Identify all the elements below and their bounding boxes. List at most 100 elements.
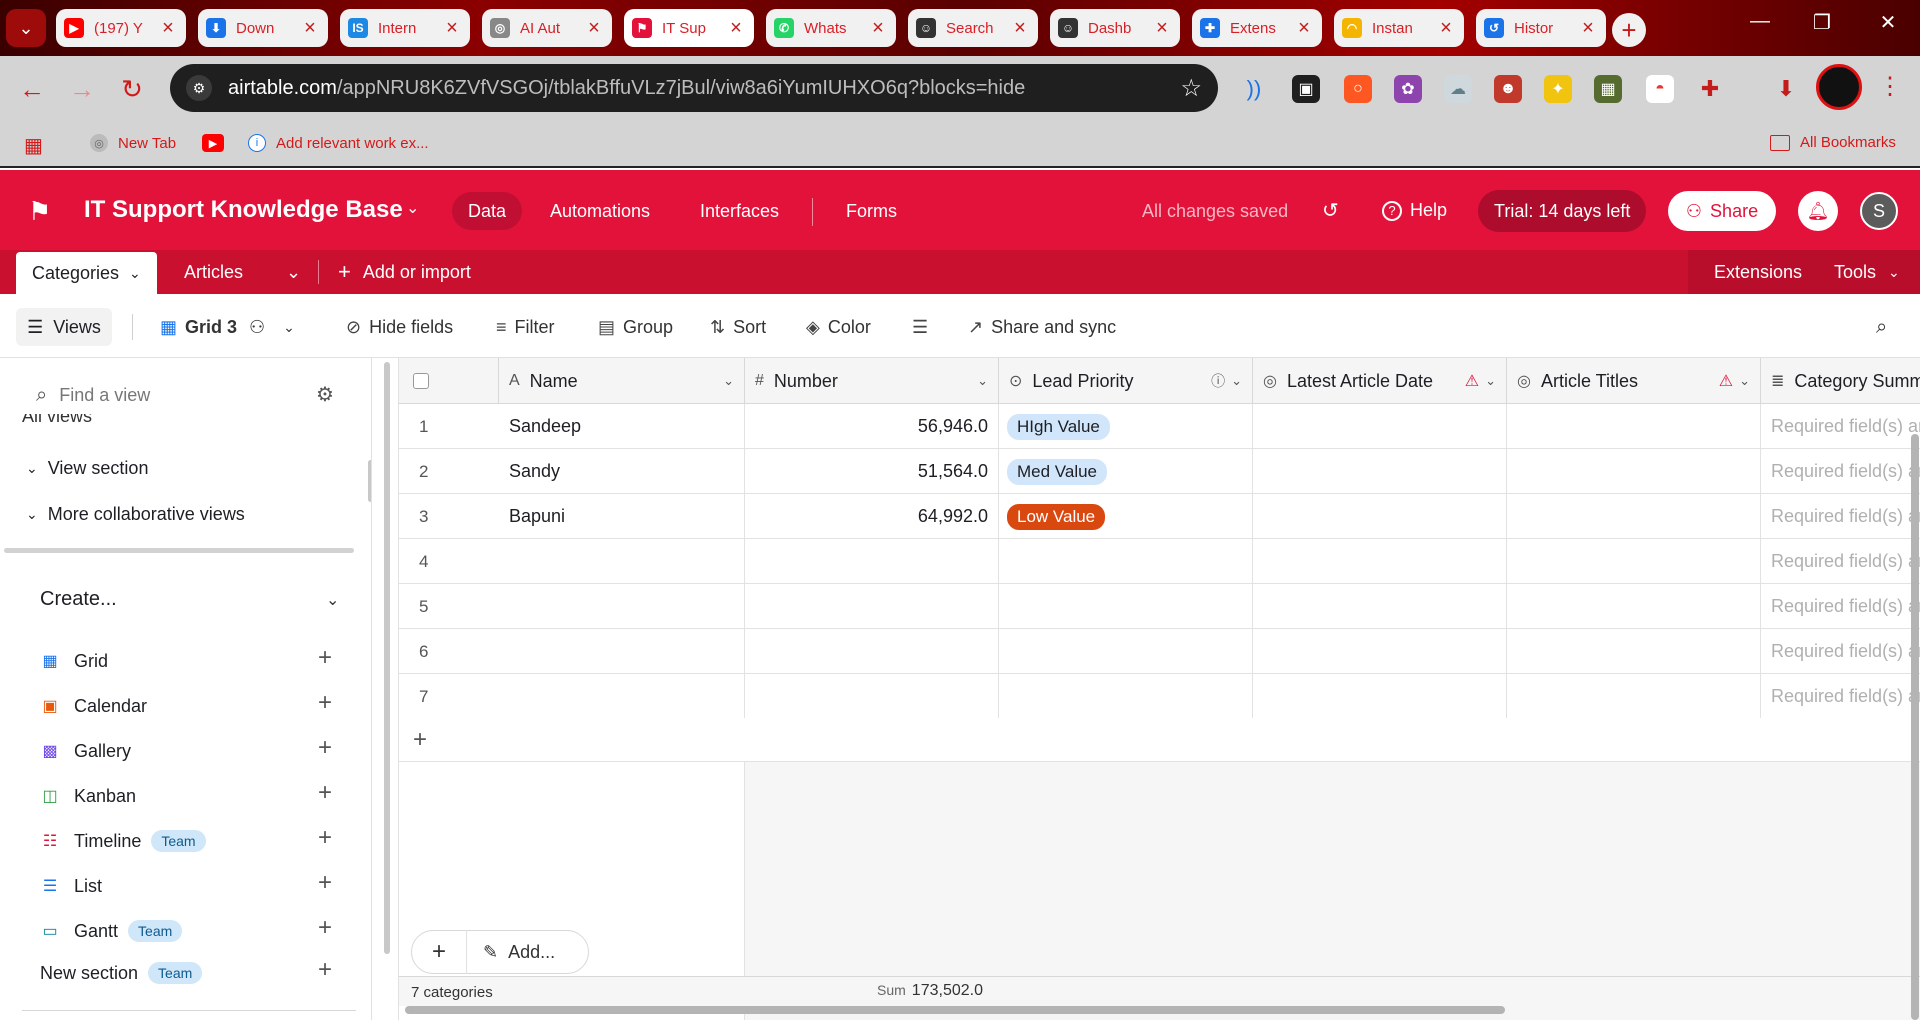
name-cell[interactable] [499,539,745,584]
create-gallery-item[interactable]: ▩ Gallery [40,736,131,766]
close-tab-icon[interactable]: × [726,17,746,40]
tools-button[interactable]: Tools ⌄ [1834,250,1900,294]
browser-menu-icon[interactable]: ⋮ [1878,72,1902,101]
search-icon[interactable]: ⌕ [1876,312,1887,342]
close-tab-icon[interactable]: × [584,17,604,40]
browser-tab[interactable]: ⚑ IT Sup × [624,9,754,47]
gear-icon[interactable]: ⚙ [316,382,334,407]
table-row[interactable]: 6 Required field(s) are [399,629,1920,674]
column-header-category-summary[interactable]: ≣ Category Summ [1761,358,1920,404]
add-kanban-view-button[interactable]: + [318,779,332,807]
category-summary-cell[interactable]: Required field(s) are [1761,449,1920,494]
vertical-scrollbar[interactable] [1911,434,1919,1020]
trial-badge[interactable]: Trial: 14 days left [1478,190,1647,232]
color-button[interactable]: ◈ Color [806,312,871,342]
browser-tab[interactable]: ✚ Extens × [1192,9,1322,47]
category-summary-cell[interactable]: Required field(s) are [1761,629,1920,674]
nav-interfaces[interactable]: Interfaces [684,192,795,230]
extension-pokeball-icon[interactable]: ◓ [1646,75,1674,103]
restore-button[interactable]: ❐ [1802,10,1842,35]
add-new-section-button[interactable]: + [318,956,332,984]
number-cell[interactable]: 64,992.0 [745,494,999,539]
cast-icon[interactable]: ▣ [1292,75,1320,103]
share-button[interactable]: ⚇ Share [1668,191,1776,231]
sidebar-resize-divider[interactable] [4,548,354,553]
close-tab-icon[interactable]: × [1152,17,1172,40]
name-cell[interactable]: Sandeep [499,404,745,449]
user-avatar[interactable]: S [1860,192,1898,230]
create-calendar-item[interactable]: ▣ Calendar [40,691,147,721]
chevron-down-icon[interactable]: ⌄ [326,590,339,610]
column-header-number[interactable]: # Number ⌄ [745,358,999,404]
apps-grid-icon[interactable]: ▦ [24,133,43,158]
reload-button[interactable]: ↻ [116,73,148,105]
lead-priority-cell[interactable]: Low Value [999,494,1253,539]
lead-priority-cell[interactable]: HIgh Value [999,404,1253,449]
more-tables-chevron-icon[interactable]: ⌄ [270,250,317,294]
close-tab-icon[interactable]: × [1294,17,1314,40]
add-gallery-view-button[interactable]: + [318,734,332,762]
read-aloud-icon[interactable]: )) [1240,75,1268,103]
group-button[interactable]: ▤ Group [598,312,673,342]
latest-article-date-cell[interactable] [1253,494,1507,539]
hide-fields-button[interactable]: ⊘ Hide fields [346,312,453,342]
latest-article-date-cell[interactable] [1253,674,1507,719]
tab-search-button[interactable]: ⌄ [6,9,46,47]
number-cell[interactable]: 51,564.0 [745,449,999,494]
chevron-down-icon[interactable]: ⌄ [406,198,419,218]
forward-button[interactable]: → [66,73,98,105]
table-row[interactable]: 7 Required field(s) are [399,674,1920,719]
nav-automations[interactable]: Automations [534,192,666,230]
extension-image-icon[interactable]: ▦ [1594,75,1622,103]
select-all-checkbox[interactable] [413,373,429,389]
nav-forms[interactable]: Forms [830,192,913,230]
category-summary-cell[interactable]: Required field(s) are [1761,584,1920,629]
address-bar[interactable]: ⚙ airtable.com/appNRU8K6ZVfVSGOj/tblakBf… [170,64,1218,112]
number-sum[interactable]: Sum 173,502.0 [877,982,983,1000]
column-header-name[interactable]: A Name ⌄ [499,358,745,404]
name-cell[interactable] [499,629,745,674]
add-or-import-button[interactable]: + Add or import [322,250,487,294]
extensions-button[interactable]: Extensions [1714,250,1802,294]
new-section-item[interactable]: New section Team [40,958,203,988]
article-titles-cell[interactable] [1507,674,1761,719]
category-summary-cell[interactable]: Required field(s) are [1761,539,1920,584]
browser-tab[interactable]: ↺ Histor × [1476,9,1606,47]
add-record-row[interactable]: + [399,718,1920,762]
article-titles-cell[interactable] [1507,404,1761,449]
column-header-latest-article-date[interactable]: ◎ Latest Article Date ⚠ ⌄ [1253,358,1507,404]
bookmark-star-icon[interactable]: ☆ [1180,74,1202,103]
downloads-icon[interactable]: ⬇ [1772,75,1800,103]
select-all-cell[interactable] [399,358,499,404]
browser-tab[interactable]: ⬇ Down × [198,9,328,47]
new-tab-button[interactable]: + [1612,13,1646,47]
create-header[interactable]: Create... [40,588,117,611]
back-button[interactable]: ← [16,73,48,105]
browser-tab[interactable]: ☺ Dashb × [1050,9,1180,47]
add-gantt-view-button[interactable]: + [318,914,332,942]
extension-cloud-icon[interactable]: ☁ [1444,75,1472,103]
extension-bee-icon[interactable]: ✦ [1544,75,1572,103]
extension-ring-icon[interactable]: ○ [1344,75,1372,103]
close-tab-icon[interactable]: × [158,17,178,40]
profile-avatar[interactable] [1816,64,1862,110]
lead-priority-cell[interactable] [999,584,1253,629]
base-logo-icon[interactable]: ⚑ [28,196,51,227]
lead-priority-cell[interactable] [999,539,1253,584]
create-list-item[interactable]: ☰ List [40,871,102,901]
site-info-icon[interactable]: ⚙ [186,75,212,101]
table-row[interactable]: 2 Sandy 51,564.0 Med Value Required field(s)… [399,449,1920,494]
article-titles-cell[interactable] [1507,539,1761,584]
create-kanban-item[interactable]: ◫ Kanban [40,781,136,811]
number-cell[interactable] [745,674,999,719]
bookmark-work-experience[interactable]: i Add relevant work ex... [248,134,429,152]
minimize-button[interactable]: — [1740,10,1780,33]
latest-article-date-cell[interactable] [1253,629,1507,674]
lead-priority-cell[interactable] [999,674,1253,719]
sort-button[interactable]: ⇅ Sort [710,312,766,342]
close-tab-icon[interactable]: × [1010,17,1030,40]
name-cell[interactable] [499,674,745,719]
category-summary-cell[interactable]: Required field(s) are [1761,494,1920,539]
close-tab-icon[interactable]: × [300,17,320,40]
number-cell[interactable] [745,584,999,629]
